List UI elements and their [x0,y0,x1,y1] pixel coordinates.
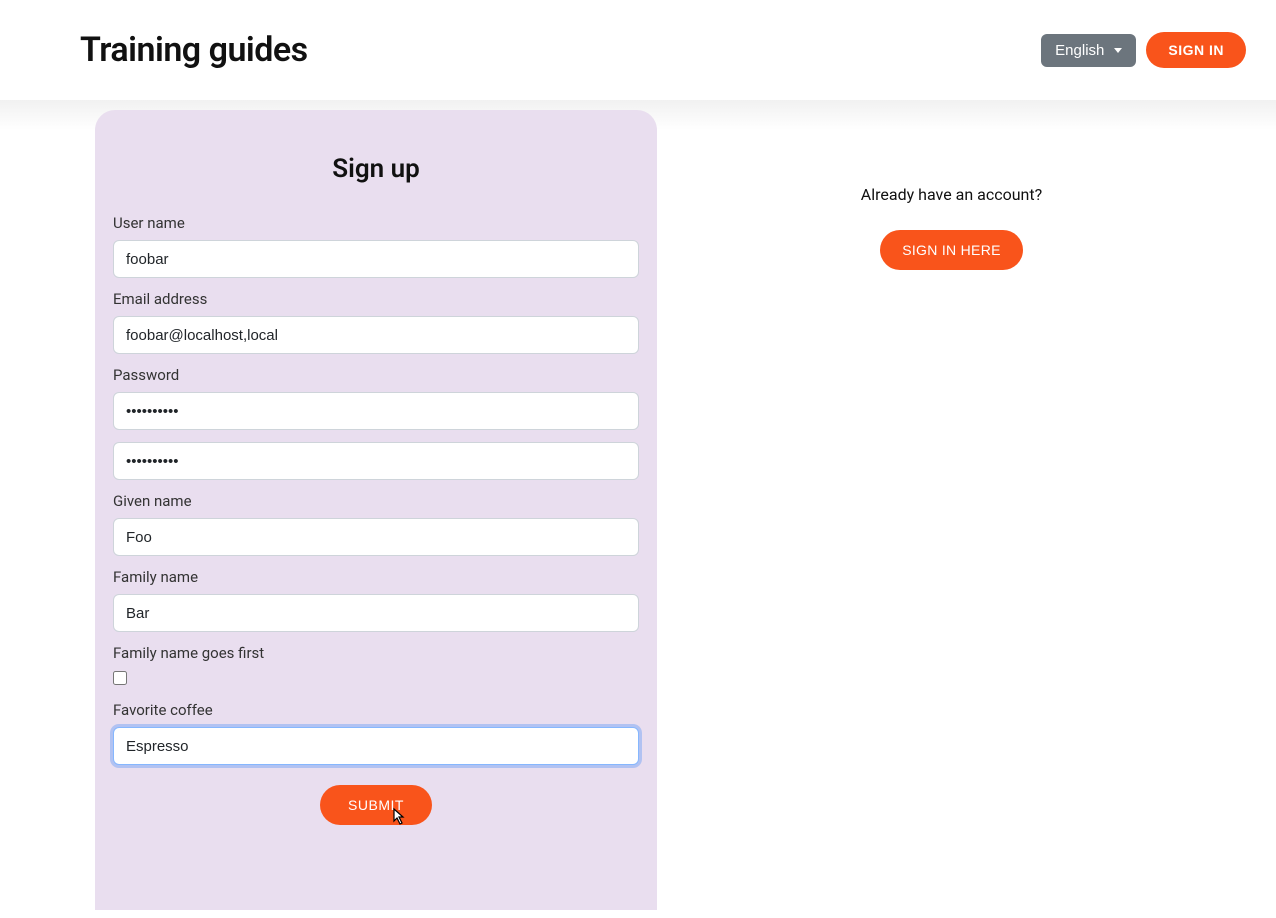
given-name-input[interactable] [113,518,639,556]
password-label: Password [113,366,639,384]
family-first-checkbox[interactable] [113,671,127,685]
sign-in-here-button[interactable]: SIGN IN HERE [880,230,1023,270]
family-first-label: Family name goes first [113,644,639,662]
header-actions: English SIGN IN [1041,32,1246,68]
favorite-coffee-label: Favorite coffee [113,701,639,719]
email-label: Email address [113,290,639,308]
favorite-coffee-input[interactable] [113,727,639,765]
confirm-password-input[interactable] [113,442,639,480]
given-name-label: Given name [113,492,639,510]
submit-button[interactable]: SUBMIT [320,785,432,825]
family-name-input[interactable] [113,594,639,632]
site-title: Training guides [80,30,308,70]
username-input[interactable] [113,240,639,278]
already-account-text: Already have an account? [657,185,1246,204]
header: Training guides English SIGN IN [0,0,1276,100]
username-label: User name [113,214,639,232]
sign-in-button[interactable]: SIGN IN [1146,32,1246,68]
form-title: Sign up [113,154,639,184]
family-name-label: Family name [113,568,639,586]
main-content: Sign up User name Email address Password… [0,100,1276,910]
language-dropdown[interactable]: English [1041,34,1136,67]
password-input[interactable] [113,392,639,430]
chevron-down-icon [1114,48,1122,53]
side-panel: Already have an account? SIGN IN HERE [657,110,1246,910]
signup-card: Sign up User name Email address Password… [95,110,657,910]
language-label: English [1055,42,1104,59]
email-input[interactable] [113,316,639,354]
